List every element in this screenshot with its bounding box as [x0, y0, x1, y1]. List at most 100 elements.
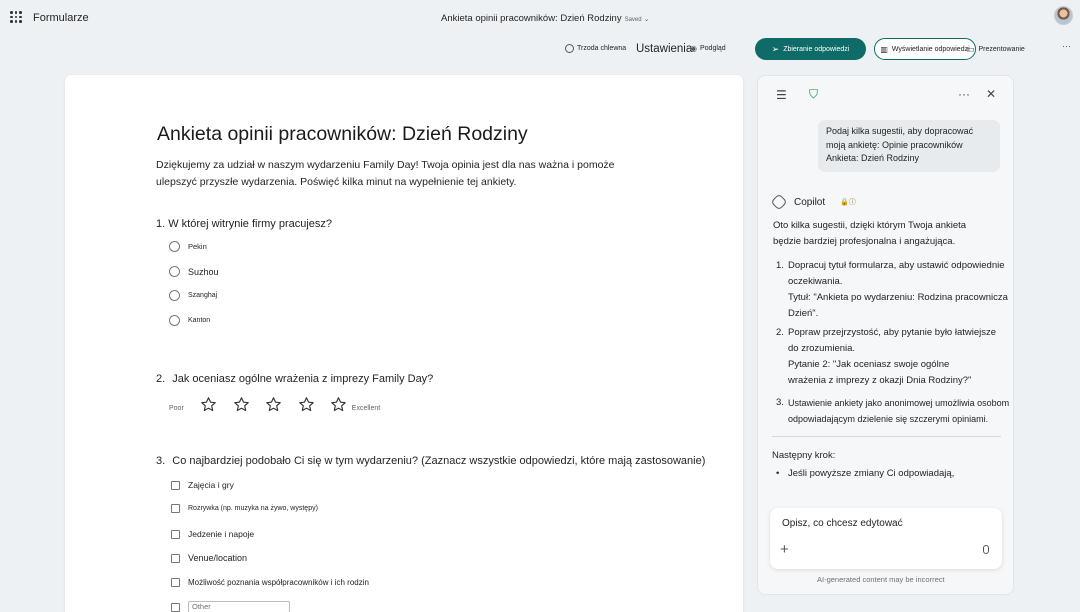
copilot-intro: Oto kilka sugestii, dzięki którym Twoja …: [773, 218, 966, 250]
send-icon: ➢: [771, 43, 780, 54]
document-title-text: Ankieta opinii pracowników: Dzień Rodzin…: [441, 13, 622, 24]
suggestion-detail: Tytuł: "Ankieta po wydarzeniu: Rodzina p…: [788, 292, 1008, 303]
user-message: Podaj kilka sugestii, aby dopracować moj…: [818, 120, 1000, 172]
suggestion-detail: Dzień".: [788, 308, 819, 319]
q1-option[interactable]: Suzhou: [169, 266, 219, 277]
next-step-text: Jeśli powyższe zmiany Ci odpowiadają,: [787, 468, 955, 479]
question-label: Jak oceniasz ogólne wrażenia z imprezy F…: [172, 373, 434, 385]
preview-label: Podgląd: [699, 45, 726, 52]
q1-option-label: Kanton: [188, 317, 211, 324]
prompt-input[interactable]: Opisz, co chcesz edytować: [782, 518, 903, 529]
q1-option-label: Pekin: [188, 242, 207, 251]
q3-option-label: Jedzenie i napoje: [188, 529, 255, 539]
prompt-box[interactable]: Opisz, co chcesz edytować +: [770, 508, 1002, 569]
menu-icon[interactable]: ☰: [776, 88, 787, 102]
view-responses-button[interactable]: ▥ Wyświetlanie odpowiedzi: [874, 38, 976, 60]
suggestion-2: Popraw przejrzystość, aby pytanie było ł…: [788, 325, 996, 389]
copilot-panel: ☰ ⛉ ··· ✕ Podaj kilka sugestii, aby dopr…: [757, 75, 1014, 595]
checkbox[interactable]: [171, 504, 180, 513]
chart-icon: ▥: [880, 44, 888, 54]
divider: [772, 436, 1001, 437]
more-options-icon[interactable]: ···: [1062, 41, 1071, 51]
form-canvas: Ankieta opinii pracowników: Dzień Rodzin…: [65, 75, 743, 612]
other-input[interactable]: Other: [188, 601, 290, 612]
suggestion-line: odpowiadającym dzielenie się szczerymi o…: [788, 414, 989, 424]
copilot-name: Copilot: [794, 196, 826, 208]
suggestion-3: Ustawienie ankiety jako anonimowej umożl…: [788, 395, 1009, 427]
q1-option[interactable]: Kanton: [169, 315, 210, 326]
copilot-logo-icon: [770, 193, 788, 211]
q1-option[interactable]: Pekin: [169, 241, 207, 252]
suggestion-number: 1.: [776, 260, 784, 271]
avatar[interactable]: [1054, 6, 1073, 25]
star-rating[interactable]: Poor Excellent: [169, 395, 380, 413]
saved-status: Saved: [624, 17, 642, 23]
question-2-text[interactable]: 2. Jak oceniasz ogólne wrażenia z imprez…: [156, 373, 433, 385]
radio-button[interactable]: [169, 241, 180, 252]
ai-disclaimer: AI-generated content may be incorrect: [817, 575, 945, 584]
radio-button[interactable]: [169, 290, 180, 301]
palette-icon: [565, 44, 574, 53]
document-title[interactable]: Ankieta opinii pracowników: Dzień Rodzin…: [441, 13, 649, 24]
q3-option[interactable]: Rozrywka (np. muzyka na żywo, występy): [171, 504, 318, 513]
collect-responses-button[interactable]: ➢ Zbieranie odpowiedzi: [755, 38, 866, 60]
suggestion-line: Dopracuj tytuł formularza, aby ustawić o…: [788, 260, 1005, 271]
q3-option-other[interactable]: Other: [171, 601, 290, 612]
close-icon[interactable]: ✕: [986, 87, 996, 101]
microphone-icon[interactable]: [983, 545, 989, 554]
user-message-line: Podaj kilka sugestii, aby dopracować: [826, 126, 974, 136]
q3-option-label: Rozrywka (np. muzyka na żywo, występy): [188, 505, 318, 512]
suggestion-1: Dopracuj tytuł formularza, aby ustawić o…: [788, 258, 1008, 322]
q3-option[interactable]: Zajęcia i gry: [171, 480, 234, 490]
q3-option[interactable]: Możliwość poznania współpracowników i ic…: [171, 578, 369, 587]
star-icon[interactable]: [230, 395, 252, 413]
q3-option[interactable]: Jedzenie i napoje: [171, 529, 254, 539]
suggestion-number: 3.: [776, 397, 784, 408]
present-label: Prezentowanie: [978, 46, 1025, 53]
checkbox[interactable]: [171, 529, 180, 539]
radio-button[interactable]: [169, 315, 180, 326]
suggestion-detail: wrażenia z imprezy z okazji Dnia Rodziny…: [788, 375, 972, 386]
collect-responses-label: Zbieranie odpowiedzi: [783, 45, 850, 53]
theme-button[interactable]: Trzoda chlewna: [565, 44, 626, 53]
bullet-icon: •: [776, 468, 780, 479]
q1-option-label: Suzhou: [188, 266, 219, 277]
question-1-text[interactable]: 1. W której witrynie firmy pracujesz?: [156, 218, 332, 230]
radio-button[interactable]: [169, 266, 180, 277]
preview-button[interactable]: ◉ Podgląd: [690, 44, 726, 53]
q1-option[interactable]: Szanghaj: [169, 290, 217, 301]
monitor-icon: ▭: [966, 44, 975, 54]
q1-option-label: Szanghaj: [188, 292, 218, 299]
theme-label: Trzoda chlewna: [577, 45, 627, 52]
suggestion-line: oczekiwania.: [788, 276, 843, 287]
checkbox[interactable]: [171, 578, 180, 587]
question-3-text[interactable]: 3. Co najbardziej podobało Ci się w tym …: [156, 455, 705, 467]
q3-option[interactable]: Venue/location: [171, 553, 247, 563]
app-launcher-icon[interactable]: [10, 11, 22, 23]
settings-label: Ustawienia: [636, 43, 693, 55]
add-icon[interactable]: +: [780, 541, 789, 558]
star-icon[interactable]: [295, 395, 317, 413]
present-button[interactable]: ▭ Prezentowanie: [966, 44, 1025, 55]
suggestion-line: Ustawienie ankiety jako anonimowej umożl…: [788, 398, 1010, 408]
app-name[interactable]: Formularze: [33, 12, 89, 24]
settings-button[interactable]: Ustawienia: [636, 43, 692, 55]
top-bar: Formularze Ankieta opinii pracowników: D…: [0, 0, 1080, 36]
question-number: 2.: [156, 373, 166, 385]
suggestion-line: Popraw przejrzystość, aby pytanie było ł…: [788, 327, 997, 338]
checkbox[interactable]: [171, 602, 180, 612]
star-icon[interactable]: [263, 395, 285, 413]
star-icon[interactable]: [198, 395, 220, 413]
q3-option-label: Możliwość poznania współpracowników i ic…: [188, 578, 369, 587]
checkbox[interactable]: [171, 553, 180, 563]
eye-icon: ◉: [690, 44, 697, 53]
checkbox[interactable]: [171, 480, 180, 490]
chevron-down-icon[interactable]: ⌄: [644, 16, 650, 23]
form-title[interactable]: Ankieta opinii pracowników: Dzień Rodzin…: [157, 123, 528, 146]
user-message-line: moją ankietę: Opinie pracowników: [826, 139, 963, 150]
rating-low-label: Poor: [169, 405, 184, 412]
form-description[interactable]: Dziękujemy za udział w naszym wydarzeniu…: [156, 157, 631, 191]
star-icon[interactable]: [328, 395, 350, 413]
shield-icon: ⛉: [809, 87, 819, 101]
more-options-icon[interactable]: ···: [958, 87, 970, 101]
